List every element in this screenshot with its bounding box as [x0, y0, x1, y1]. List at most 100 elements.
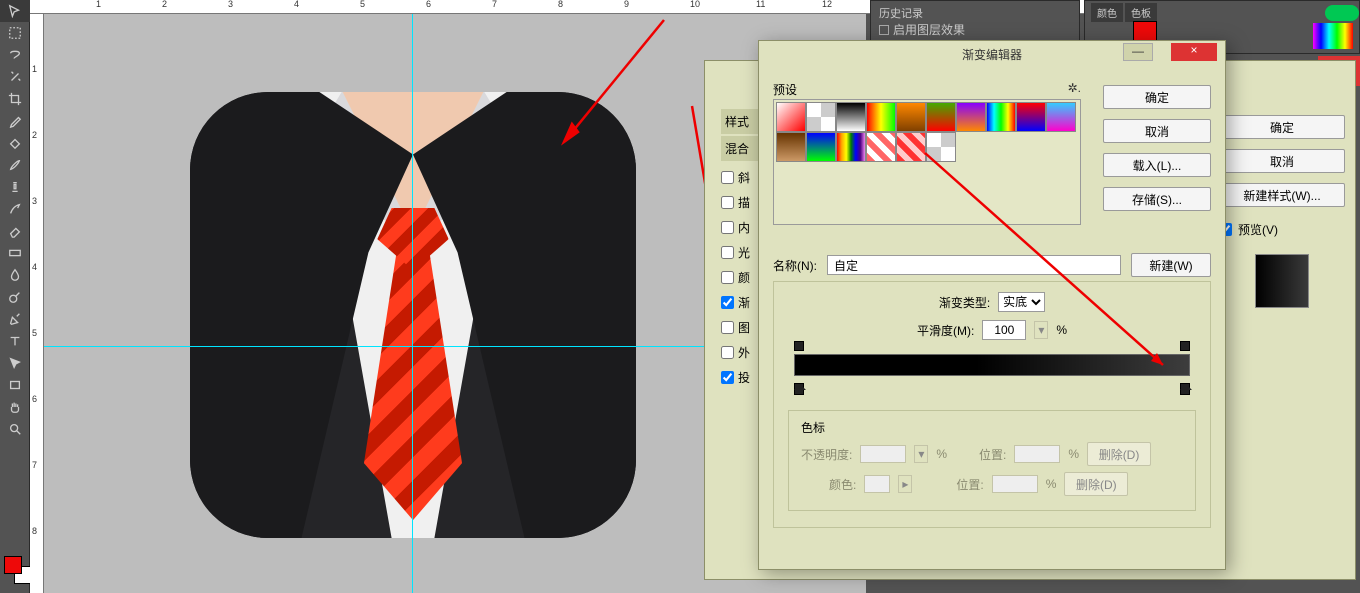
zoom-tool[interactable] — [0, 418, 30, 440]
heal-tool[interactable] — [0, 132, 30, 154]
eraser-tool[interactable] — [0, 220, 30, 242]
preset-swatch[interactable] — [986, 102, 1016, 132]
style-cb-4[interactable] — [721, 271, 734, 284]
type-label: 渐变类型: — [939, 294, 990, 311]
toolbox — [0, 0, 30, 593]
preset-box: 预设 ✲. — [773, 81, 1081, 229]
name-label: 名称(N): — [773, 257, 817, 274]
eyedropper-tool[interactable] — [0, 110, 30, 132]
gradient-props-box: 渐变类型: 实底 平滑度(M): ▾ % 色标 不透明度: — [773, 281, 1211, 528]
type-select[interactable]: 实底 — [998, 292, 1045, 312]
preset-swatch[interactable] — [896, 102, 926, 132]
style-cb-0[interactable] — [721, 171, 734, 184]
name-input[interactable] — [827, 255, 1121, 275]
ged-titlebar[interactable]: 渐变编辑器 — × — [759, 41, 1225, 67]
style-cb-1[interactable] — [721, 196, 734, 209]
pen-tool[interactable] — [0, 308, 30, 330]
pct: % — [936, 447, 947, 461]
wand-tool[interactable] — [0, 66, 30, 88]
style-cancel-button[interactable]: 取消 — [1219, 149, 1345, 173]
preset-swatch[interactable] — [926, 102, 956, 132]
position-label-2: 位置: — [956, 476, 983, 493]
preset-swatch[interactable] — [1046, 102, 1076, 132]
stops-header: 色标 — [801, 419, 1183, 436]
ged-close-button[interactable]: × — [1171, 43, 1217, 61]
opacity-stop-left[interactable] — [794, 341, 804, 351]
delete-button-2: 删除(D) — [1064, 472, 1128, 496]
style-ok-button[interactable]: 确定 — [1219, 115, 1345, 139]
ged-ok-button[interactable]: 确定 — [1103, 85, 1211, 109]
gradient-bar[interactable] — [794, 354, 1190, 380]
hand-tool[interactable] — [0, 396, 30, 418]
smoothness-input[interactable] — [982, 320, 1026, 340]
tab-swatches[interactable]: 色板 — [1125, 3, 1157, 22]
type-tool[interactable] — [0, 330, 30, 352]
preset-swatch[interactable] — [956, 102, 986, 132]
position-label: 位置: — [979, 446, 1006, 463]
preset-swatch[interactable] — [806, 132, 836, 162]
opacity-field — [860, 445, 906, 463]
smoothness-dropdown[interactable]: ▾ — [1034, 321, 1048, 339]
ged-load-button[interactable]: 载入(L)... — [1103, 153, 1211, 177]
gradient-tool[interactable] — [0, 242, 30, 264]
preset-swatch[interactable] — [866, 102, 896, 132]
history-brush-tool[interactable] — [0, 198, 30, 220]
history-item[interactable]: 启用图层效果 — [893, 21, 965, 38]
color-stop-left[interactable] — [794, 383, 804, 395]
style-preview-swatch — [1255, 254, 1309, 308]
style-cb-7[interactable] — [721, 346, 734, 359]
tab-color[interactable]: 颜色 — [1091, 3, 1123, 22]
suit-icon-art — [190, 92, 636, 538]
stamp-tool[interactable] — [0, 176, 30, 198]
opacity-drop-icon: ▾ — [914, 445, 928, 463]
style-cb-2[interactable] — [721, 221, 734, 234]
preset-swatch[interactable] — [926, 132, 956, 162]
lasso-tool[interactable] — [0, 44, 30, 66]
opacity-stop-right[interactable] — [1180, 341, 1190, 351]
preset-swatch[interactable] — [896, 132, 926, 162]
ged-cancel-button[interactable]: 取消 — [1103, 119, 1211, 143]
brush-tool[interactable] — [0, 154, 30, 176]
preset-gear-icon[interactable]: ✲. — [1068, 81, 1081, 95]
crop-tool[interactable] — [0, 88, 30, 110]
path-select-tool[interactable] — [0, 352, 30, 374]
style-new-button[interactable]: 新建样式(W)... — [1219, 183, 1345, 207]
preset-swatch[interactable] — [866, 132, 896, 162]
preset-swatch[interactable] — [806, 102, 836, 132]
style-cb-6[interactable] — [721, 321, 734, 334]
preset-swatch[interactable] — [1016, 102, 1046, 132]
ged-save-button[interactable]: 存储(S)... — [1103, 187, 1211, 211]
history-checkbox[interactable] — [879, 25, 889, 35]
color-stop-right[interactable] — [1180, 383, 1190, 395]
preset-swatch[interactable] — [836, 132, 866, 162]
hue-strip[interactable] — [1313, 23, 1353, 49]
preset-swatch[interactable] — [776, 102, 806, 132]
pct-label: % — [1056, 323, 1067, 337]
smoothness-label: 平滑度(M): — [917, 322, 974, 339]
style-cb-8[interactable] — [721, 371, 734, 384]
rect-tool[interactable] — [0, 374, 30, 396]
style-cb-3[interactable] — [721, 246, 734, 259]
history-title: 历史记录 — [879, 5, 1071, 21]
history-panel: 历史记录 启用图层效果 — [870, 0, 1080, 42]
ged-new-button[interactable]: 新建(W) — [1131, 253, 1211, 277]
blur-tool[interactable] — [0, 264, 30, 286]
foreground-swatch[interactable] — [4, 556, 22, 574]
color-drop-icon: ▸ — [898, 475, 912, 493]
ged-title: 渐变编辑器 — [962, 46, 1022, 63]
marquee-tool[interactable] — [0, 22, 30, 44]
dodge-tool[interactable] — [0, 286, 30, 308]
color-chip — [864, 475, 890, 493]
preset-grid — [773, 99, 1081, 225]
name-row: 名称(N): 新建(W) — [773, 253, 1211, 277]
guide-vertical — [412, 14, 413, 593]
style-preview-label: 预览(V) — [1238, 221, 1278, 238]
pct: % — [1068, 447, 1079, 461]
style-cb-5[interactable] — [721, 296, 734, 309]
move-tool[interactable] — [0, 0, 30, 22]
opacity-label: 不透明度: — [801, 446, 852, 463]
preset-swatch[interactable] — [836, 102, 866, 132]
ged-minimize-button[interactable]: — — [1123, 43, 1153, 61]
indicator-badge — [1325, 5, 1359, 21]
preset-swatch[interactable] — [776, 132, 806, 162]
